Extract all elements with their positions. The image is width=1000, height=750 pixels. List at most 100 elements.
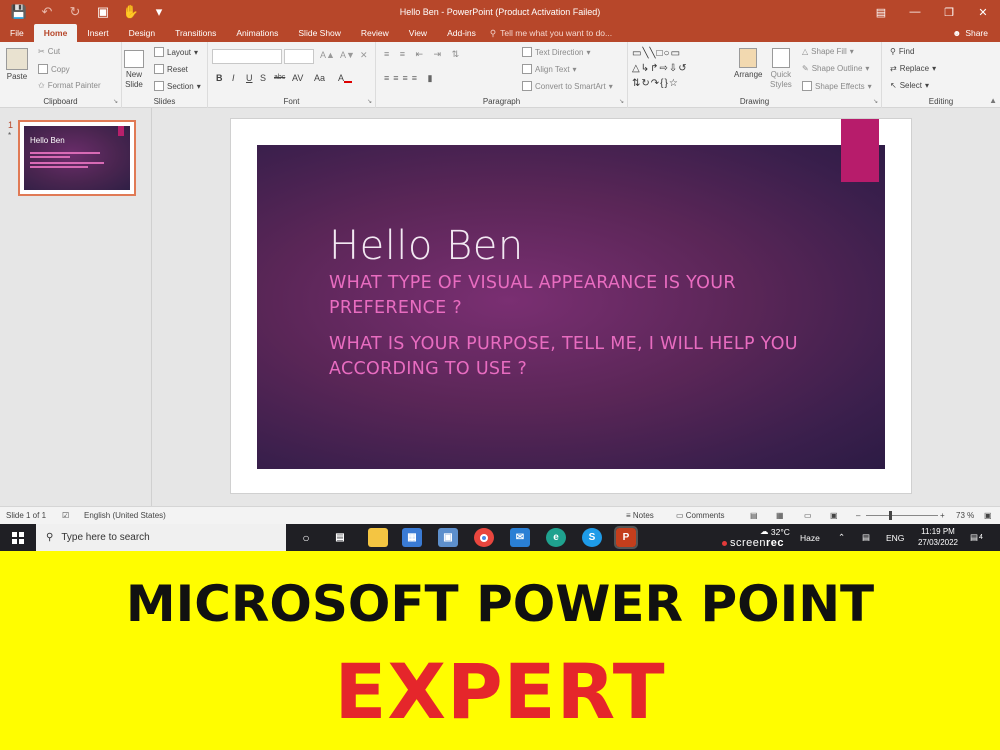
file-explorer-icon[interactable]: [368, 528, 388, 547]
font-name-box[interactable]: [212, 49, 282, 64]
tab-review[interactable]: Review: [351, 24, 399, 42]
zoom-out-button[interactable]: –: [856, 511, 860, 520]
language-status[interactable]: English (United States): [84, 511, 166, 520]
slide-body-text[interactable]: WHAT IS YOUR PURPOSE, TELL ME, I WILL HE…: [329, 332, 799, 382]
reading-view-icon[interactable]: ▭: [804, 511, 812, 520]
select-button[interactable]: ↖ Select ▾: [890, 81, 929, 90]
font-shrink-icon[interactable]: A▼: [340, 50, 355, 60]
strikethrough-icon[interactable]: abc: [274, 74, 285, 81]
tab-insert[interactable]: Insert: [77, 24, 118, 42]
font-color-icon[interactable]: A: [338, 73, 353, 83]
shadow-icon[interactable]: S: [260, 73, 266, 83]
normal-view-icon[interactable]: ▤: [750, 511, 758, 520]
ribbon-display-options-icon[interactable]: ▤: [864, 0, 898, 24]
tab-file[interactable]: File: [0, 24, 34, 42]
comments-button[interactable]: ▭ Comments: [676, 511, 724, 520]
clear-formatting-icon[interactable]: ✕: [360, 50, 368, 61]
tab-home[interactable]: Home: [33, 24, 78, 42]
dialog-launcher-icon[interactable]: ↘: [367, 98, 372, 105]
dialog-launcher-icon[interactable]: ↘: [113, 98, 118, 105]
customize-qat-icon[interactable]: ▾: [146, 1, 172, 23]
notifications-button[interactable]: ▤ 4: [970, 524, 983, 551]
format-painter-button[interactable]: ✩ Format Painter: [38, 81, 101, 90]
slide-canvas[interactable]: Hello Ben WHAT TYPE OF VISUAL APPEARANCE…: [230, 118, 912, 494]
collapse-ribbon-icon[interactable]: ▲: [989, 96, 997, 105]
arrange-button[interactable]: Arrange: [734, 48, 762, 80]
align-text-button[interactable]: Align Text ▾: [522, 64, 577, 74]
cut-button[interactable]: ✂ Cut: [38, 47, 60, 56]
zoom-level[interactable]: 73 %: [956, 511, 974, 520]
start-from-beginning-icon[interactable]: ▣: [90, 1, 116, 23]
fit-to-window-icon[interactable]: ▣: [984, 511, 992, 520]
dialog-launcher-icon[interactable]: ↘: [873, 98, 878, 105]
new-slide-button[interactable]: New Slide: [124, 50, 144, 90]
list-buttons[interactable]: ≡ ≡ ⇤ ⇥ ⇅: [384, 49, 463, 60]
close-button[interactable]: ✕: [966, 0, 1000, 24]
share-button[interactable]: ☻ Share: [952, 24, 988, 42]
network-icon[interactable]: ▤: [862, 524, 870, 551]
notes-button[interactable]: ≡ Notes: [626, 511, 654, 520]
restore-button[interactable]: ❐: [932, 0, 966, 24]
shape-outline-button[interactable]: ✎ Shape Outline ▾: [802, 64, 869, 73]
shapes-gallery[interactable]: ▭╲╲□○▭ △↳↱⇨⇩↺ ⇅↻↷{}☆: [632, 46, 724, 91]
show-hidden-icons-icon[interactable]: ⌃: [838, 524, 845, 551]
bold-icon[interactable]: B: [216, 73, 223, 83]
zoom-slider-thumb[interactable]: [889, 511, 892, 520]
start-button[interactable]: [0, 524, 36, 551]
font-size-box[interactable]: [284, 49, 314, 64]
store-icon[interactable]: ▦: [402, 528, 422, 547]
edge-icon[interactable]: e: [546, 528, 566, 547]
change-case-button[interactable]: Aa: [314, 73, 325, 83]
minimize-button[interactable]: —: [898, 0, 932, 24]
cortana-icon[interactable]: ○: [296, 528, 316, 547]
task-view-icon[interactable]: ▤: [330, 528, 350, 547]
tab-design[interactable]: Design: [119, 24, 165, 42]
paste-button[interactable]: Paste: [6, 48, 28, 81]
taskbar-search-box[interactable]: ⚲ Type here to search: [36, 524, 286, 551]
find-button[interactable]: ⚲ Find: [890, 47, 914, 56]
mail-icon[interactable]: ✉: [510, 528, 530, 547]
shape-effects-button[interactable]: Shape Effects ▾: [802, 81, 872, 91]
quick-styles-button[interactable]: Quick Styles: [770, 48, 792, 90]
section-button[interactable]: Section ▾: [154, 81, 201, 91]
weather-widget[interactable]: ☁ 32°C: [760, 518, 790, 545]
spell-check-icon[interactable]: ☑: [62, 511, 69, 520]
font-grow-icon[interactable]: A▲: [320, 50, 335, 60]
tab-animations[interactable]: Animations: [226, 24, 288, 42]
tab-add-ins[interactable]: Add-ins: [437, 24, 486, 42]
layout-button[interactable]: Layout ▾: [154, 47, 198, 57]
text-direction-button[interactable]: Text Direction ▾: [522, 47, 590, 57]
computer-icon[interactable]: ▣: [438, 528, 458, 547]
powerpoint-taskbar-icon[interactable]: P: [614, 526, 638, 549]
zoom-slider[interactable]: [866, 515, 938, 516]
language-indicator[interactable]: ENG: [886, 524, 904, 551]
underline-icon[interactable]: U: [246, 73, 253, 83]
character-spacing-icon[interactable]: AV: [292, 73, 303, 83]
slideshow-view-icon[interactable]: ▣: [830, 511, 838, 520]
dialog-launcher-icon[interactable]: ↘: [619, 98, 624, 105]
shape-fill-button[interactable]: △ Shape Fill ▾: [802, 47, 854, 56]
skype-icon[interactable]: S: [582, 528, 602, 547]
tab-view[interactable]: View: [399, 24, 437, 42]
italic-icon[interactable]: I: [232, 73, 235, 83]
slide-body-text[interactable]: WHAT TYPE OF VISUAL APPEARANCE IS YOUR P…: [329, 271, 799, 321]
chrome-icon[interactable]: [474, 528, 494, 547]
slide-thumbnail[interactable]: Hello Ben: [18, 120, 136, 196]
convert-smartart-button[interactable]: Convert to SmartArt ▾: [522, 81, 613, 91]
paste-label: Paste: [6, 72, 28, 81]
touch-mode-icon[interactable]: ✋: [118, 1, 144, 23]
slide-title[interactable]: Hello Ben: [329, 223, 524, 269]
tab-transitions[interactable]: Transitions: [165, 24, 226, 42]
slide-accent-bar[interactable]: [841, 119, 879, 182]
zoom-in-button[interactable]: +: [940, 511, 945, 520]
replace-button[interactable]: ⇄ Replace ▾: [890, 64, 936, 73]
redo-icon[interactable]: ↻: [62, 1, 88, 23]
tab-slide-show[interactable]: Slide Show: [288, 24, 351, 42]
clock[interactable]: 11:19 PM 27/03/2022: [910, 526, 966, 548]
save-icon[interactable]: 💾: [6, 1, 32, 23]
alignment-buttons[interactable]: ≡≡≡≡ ▮: [384, 73, 436, 84]
reset-button[interactable]: Reset: [154, 64, 188, 74]
copy-button[interactable]: Copy: [38, 64, 70, 74]
undo-icon[interactable]: ↶: [34, 1, 60, 23]
tell-me-box[interactable]: ⚲ Tell me what you want to do...: [490, 24, 612, 42]
